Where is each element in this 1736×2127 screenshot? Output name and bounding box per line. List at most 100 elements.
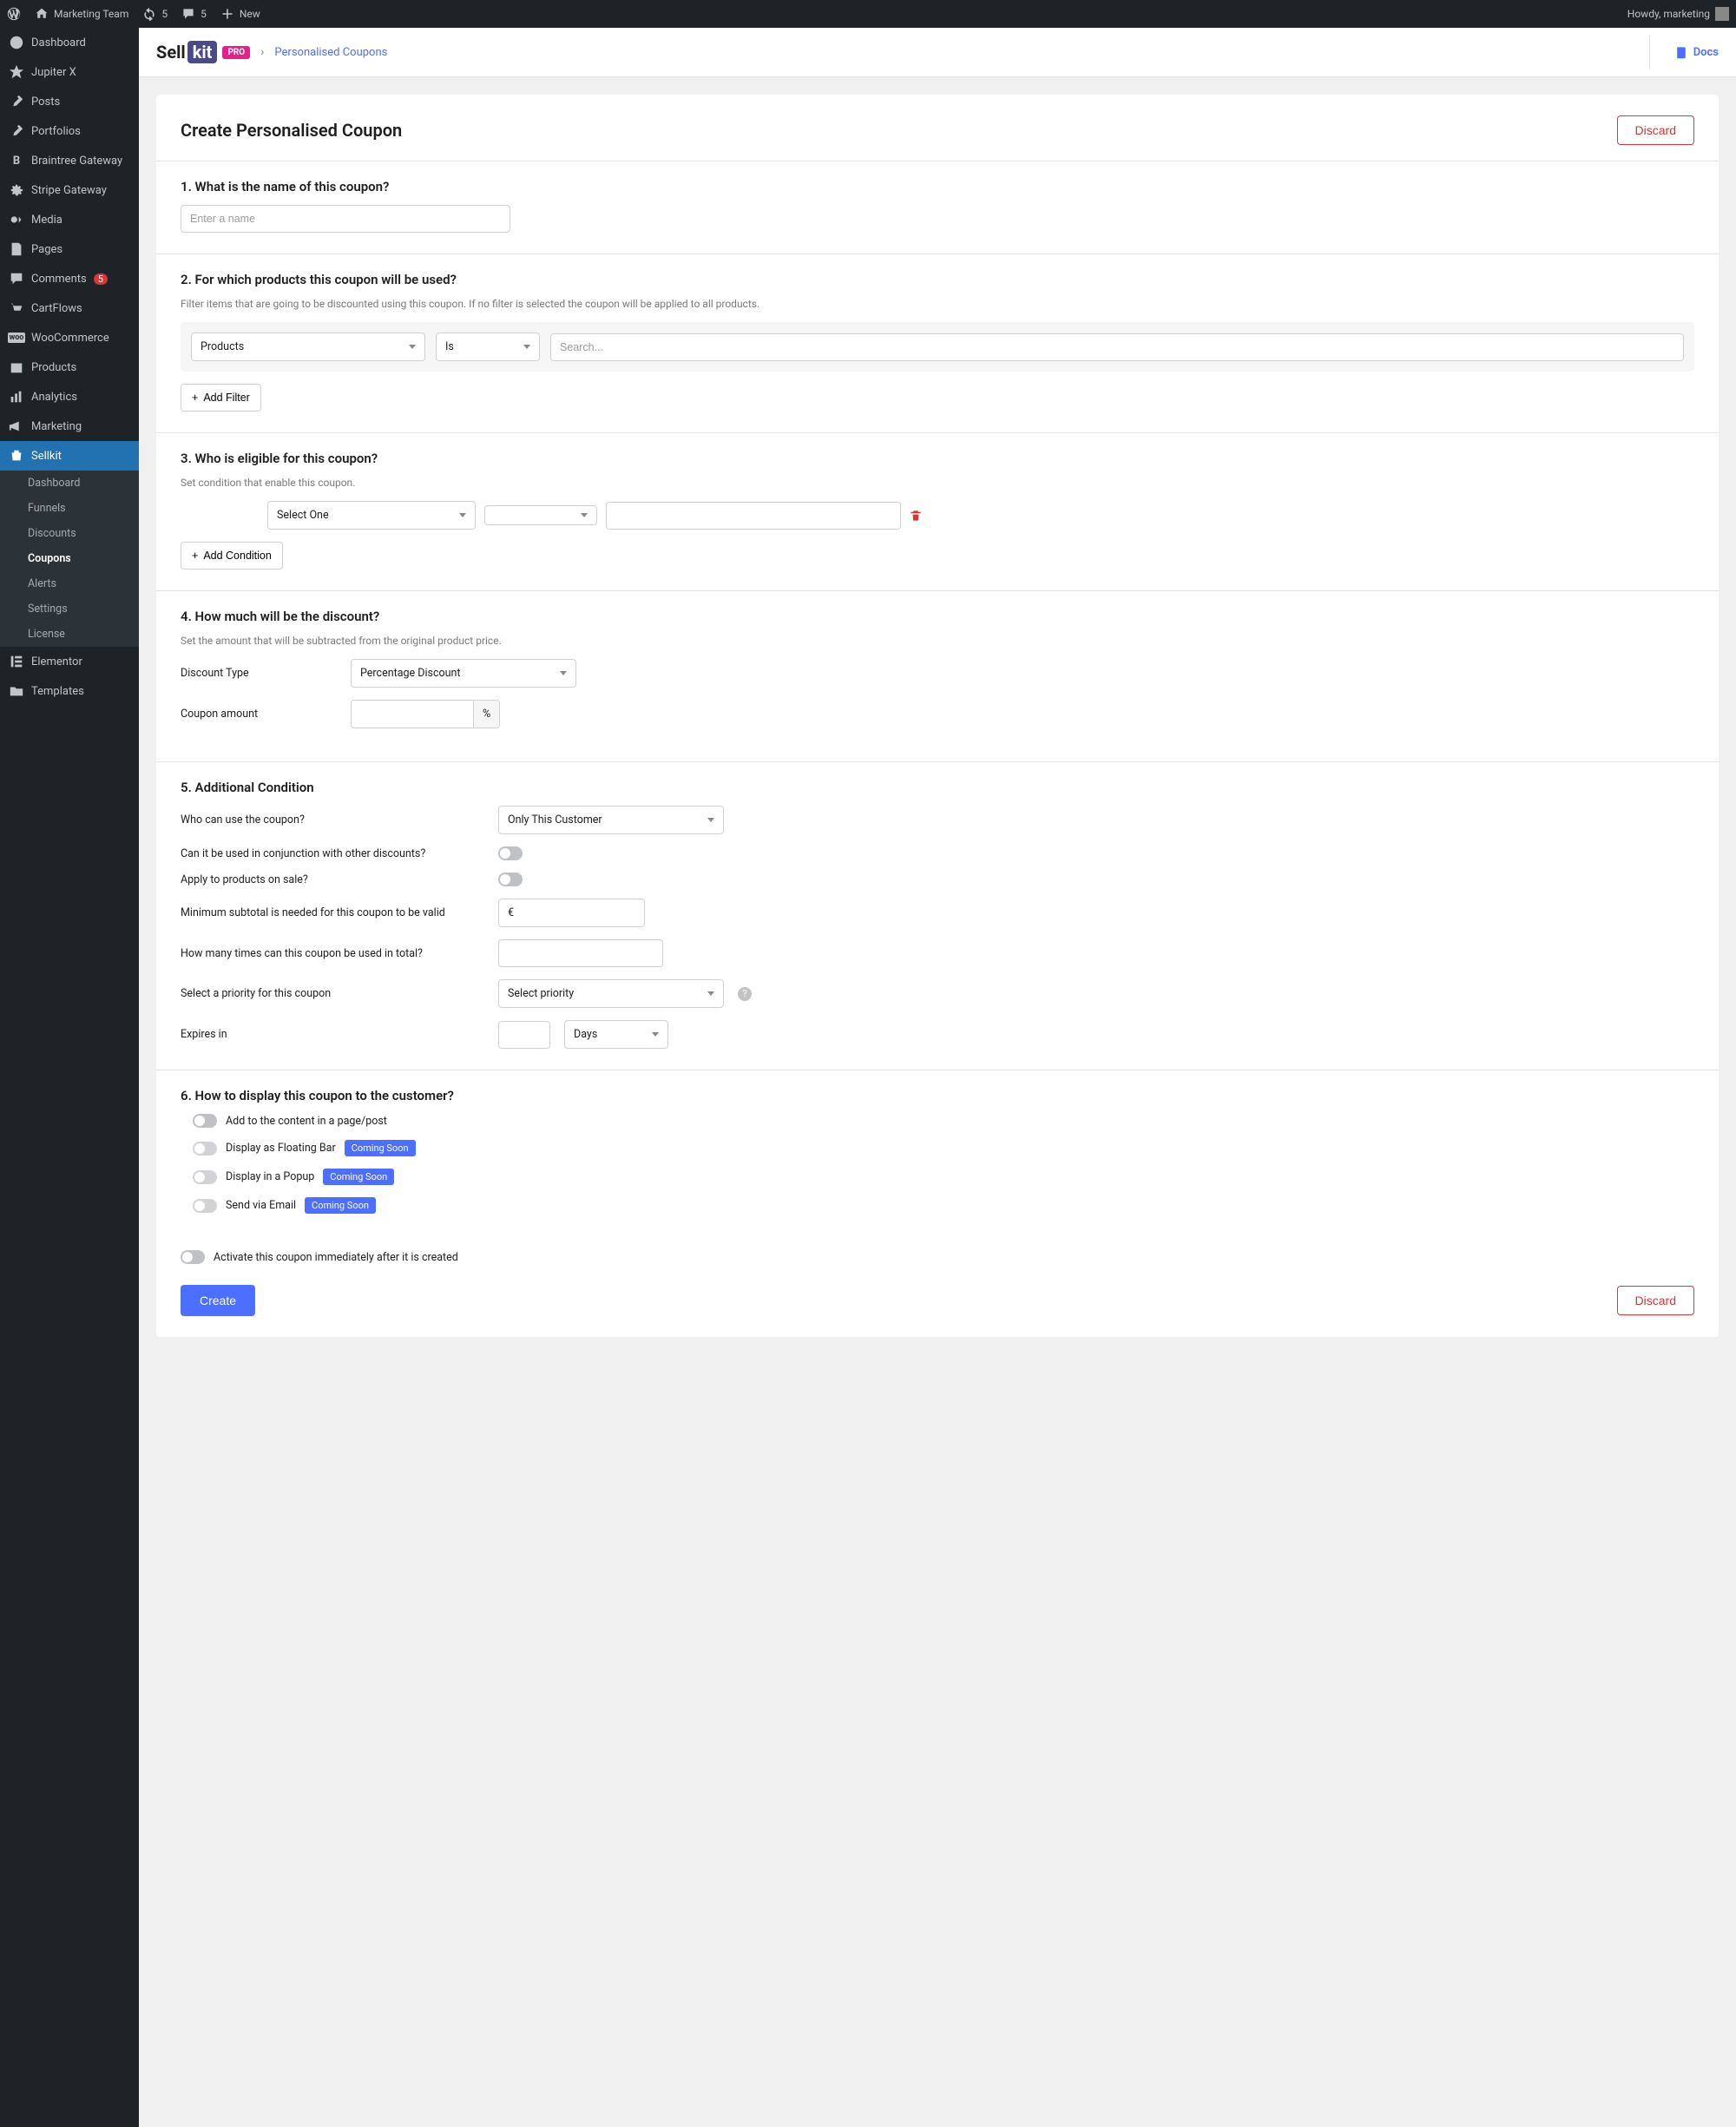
menu-jupiterx[interactable]: Jupiter X [0, 57, 139, 87]
condition-value: Select One [277, 509, 329, 522]
menu-pages[interactable]: Pages [0, 234, 139, 264]
menu-label: Braintree Gateway [31, 155, 122, 168]
menu-label: Marketing [31, 420, 82, 433]
condition-select[interactable]: Select One [267, 501, 476, 530]
submenu-discounts[interactable]: Discounts [0, 521, 139, 546]
menu-posts[interactable]: Posts [0, 87, 139, 116]
create-button[interactable]: Create [181, 1285, 255, 1316]
coming-soon-badge: Coming Soon [305, 1197, 376, 1214]
discard-button-footer[interactable]: Discard [1617, 1286, 1694, 1315]
menu-label: Media [31, 214, 62, 227]
menu-label: Comments [31, 273, 87, 286]
brand-logo[interactable]: Sellkit PRO [156, 41, 250, 63]
menu-stripe[interactable]: Stripe Gateway [0, 175, 139, 205]
star-icon [9, 64, 24, 80]
add-filter-label: Add Filter [203, 392, 250, 404]
sellkit-submenu: Dashboard Funnels Discounts Coupons Aler… [0, 471, 139, 647]
add-filter-button[interactable]: + Add Filter [181, 384, 261, 412]
submenu-settings[interactable]: Settings [0, 596, 139, 622]
pro-badge: PRO [222, 46, 250, 59]
comments-count: 5 [201, 8, 207, 20]
submenu-alerts[interactable]: Alerts [0, 571, 139, 596]
sellkit-icon [9, 448, 24, 464]
discard-button[interactable]: Discard [1617, 115, 1694, 145]
priority-value: Select priority [508, 987, 574, 1000]
top-bar: Sellkit PRO › Personalised Coupons Docs [139, 28, 1736, 77]
sale-toggle[interactable] [498, 873, 523, 886]
submenu-funnels[interactable]: Funnels [0, 496, 139, 521]
menu-portfolios[interactable]: Portfolios [0, 116, 139, 146]
submenu-license[interactable]: License [0, 622, 139, 647]
conjunction-toggle[interactable] [498, 846, 523, 860]
comments-link[interactable]: 5 [181, 7, 207, 21]
percent-suffix: % [473, 701, 499, 728]
menu-label: Sellkit [31, 450, 62, 463]
who-select[interactable]: Only This Customer [498, 806, 724, 834]
menu-sellkit[interactable]: Sellkit [0, 441, 139, 471]
condition-value-input[interactable] [606, 502, 901, 530]
breadcrumb-link[interactable]: Personalised Coupons [274, 46, 387, 59]
menu-media[interactable]: Media [0, 205, 139, 234]
add-condition-button[interactable]: + Add Condition [181, 542, 283, 570]
display-popup-label: Display in a Popup [226, 1170, 314, 1183]
expires-unit-value: Days [574, 1028, 597, 1041]
menu-braintree[interactable]: B Braintree Gateway [0, 146, 139, 175]
howdy-link[interactable]: Howdy, marketing [1628, 7, 1729, 21]
activate-toggle[interactable] [181, 1250, 205, 1264]
submenu-dashboard[interactable]: Dashboard [0, 471, 139, 496]
delete-condition-button[interactable] [910, 510, 922, 522]
menu-comments[interactable]: Comments 5 [0, 264, 139, 293]
docs-link[interactable]: Docs [1649, 35, 1719, 69]
display-page-toggle[interactable] [193, 1114, 217, 1128]
coming-soon-badge: Coming Soon [323, 1169, 394, 1185]
menu-templates[interactable]: Templates [0, 676, 139, 706]
priority-select[interactable]: Select priority [498, 979, 724, 1008]
priority-label: Select a priority for this coupon [181, 987, 484, 1000]
main-card: Create Personalised Coupon Discard 1. Wh… [156, 95, 1719, 1337]
coupon-amount-input[interactable] [352, 701, 473, 728]
menu-marketing[interactable]: Marketing [0, 412, 139, 441]
menu-dashboard[interactable]: Dashboard [0, 28, 139, 57]
plus-icon [220, 7, 234, 21]
discount-type-select[interactable]: Percentage Discount [351, 659, 576, 688]
menu-elementor[interactable]: Elementor [0, 647, 139, 676]
min-subtotal-field: € [498, 899, 645, 927]
woo-icon: woo [9, 330, 24, 346]
caret-down-icon [409, 345, 416, 349]
condition-op-select[interactable] [484, 505, 597, 525]
section-4-title: 4. How much will be the discount? [181, 609, 1694, 624]
who-value: Only This Customer [508, 813, 602, 826]
updates-link[interactable]: 5 [142, 7, 168, 21]
expires-unit-select[interactable]: Days [564, 1020, 668, 1049]
admin-sidebar: Dashboard Jupiter X Posts Portfolios B B… [0, 28, 139, 2127]
filter-op-select[interactable]: Is [436, 333, 540, 361]
conjunction-label: Can it be used in conjunction with other… [181, 847, 484, 860]
menu-cartflows[interactable]: CartFlows [0, 293, 139, 323]
gear-icon [9, 182, 24, 198]
wp-logo[interactable] [7, 7, 21, 21]
menu-products[interactable]: Products [0, 352, 139, 382]
add-condition-label: Add Condition [203, 550, 272, 562]
filter-search-input[interactable] [550, 333, 1684, 361]
chevron-right-icon: › [260, 45, 264, 59]
menu-woocommerce[interactable]: woo WooCommerce [0, 323, 139, 352]
filter-type-select[interactable]: Products [191, 333, 425, 361]
usage-times-label: How many times can this coupon be used i… [181, 947, 484, 960]
menu-analytics[interactable]: Analytics [0, 382, 139, 412]
sale-label: Apply to products on sale? [181, 873, 484, 886]
submenu-coupons[interactable]: Coupons [0, 546, 139, 571]
coupon-name-input[interactable] [181, 205, 510, 233]
expires-value-input[interactable] [498, 1021, 550, 1049]
docs-label: Docs [1693, 46, 1719, 59]
products-icon [9, 359, 24, 375]
min-subtotal-input[interactable] [523, 900, 644, 926]
min-subtotal-label: Minimum subtotal is needed for this coup… [181, 906, 484, 919]
wordpress-icon [7, 7, 21, 21]
condition-row: Select One [181, 501, 1694, 530]
site-link[interactable]: Marketing Team [35, 7, 128, 21]
help-icon[interactable]: ? [738, 987, 752, 1001]
coupon-amount-field: % [351, 700, 500, 728]
new-link[interactable]: New [220, 7, 260, 21]
usage-times-input[interactable] [498, 939, 663, 967]
menu-label: Portfolios [31, 125, 81, 138]
